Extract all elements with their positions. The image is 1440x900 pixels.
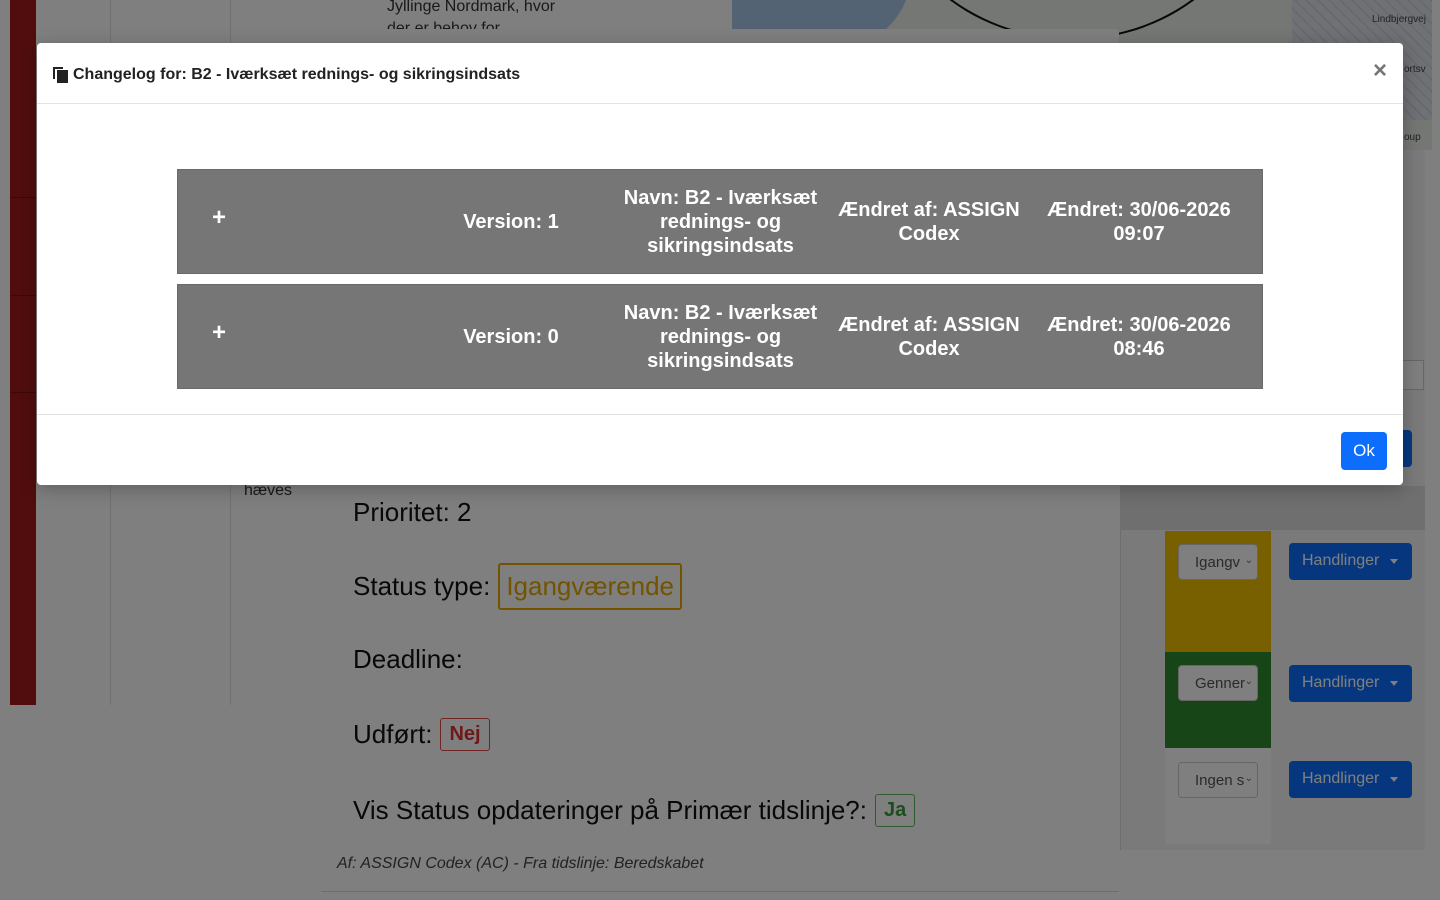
entry-changed-at: Ændret: 30/06-2026 09:07 xyxy=(1046,170,1232,273)
entry-changed-by: Ændret af: ASSIGN Codex xyxy=(834,285,1024,388)
entry-version-text: Version: 1 xyxy=(463,210,559,233)
entry-changed-by-text: Ændret af: ASSIGN Codex xyxy=(838,313,1020,360)
changelog-entry[interactable]: + Version: 0 Navn: B2 - Iværksæt redning… xyxy=(177,284,1263,389)
entry-version-text: Version: 0 xyxy=(463,325,559,348)
modal-title: Changelog for: B2 - Iværksæt rednings- o… xyxy=(53,66,520,84)
entry-changed-at: Ændret: 30/06-2026 08:46 xyxy=(1046,285,1232,388)
modal-footer: Ok xyxy=(37,414,1403,485)
entry-version: Version: 0 xyxy=(423,285,599,388)
entry-name-text: Navn: B2 - Iværksæt rednings- og sikring… xyxy=(623,301,818,372)
entry-name-text: Navn: B2 - Iværksæt rednings- og sikring… xyxy=(623,186,818,257)
expand-icon[interactable]: + xyxy=(212,321,226,345)
entry-name: Navn: B2 - Iværksæt rednings- og sikring… xyxy=(618,285,823,388)
close-button[interactable]: × xyxy=(1373,59,1387,83)
expand-icon[interactable]: + xyxy=(212,206,226,230)
entry-changed-at-text: Ændret: 30/06-2026 08:46 xyxy=(1047,313,1231,360)
entry-name: Navn: B2 - Iværksæt rednings- og sikring… xyxy=(618,170,823,273)
entry-changed-at-text: Ændret: 30/06-2026 09:07 xyxy=(1047,198,1231,245)
modal-title-text: Changelog for: B2 - Iværksæt rednings- o… xyxy=(73,66,521,83)
changelog-modal: Changelog for: B2 - Iværksæt rednings- o… xyxy=(37,43,1403,485)
entry-changed-by-text: Ændret af: ASSIGN Codex xyxy=(838,198,1020,245)
copy-icon xyxy=(53,67,69,83)
changelog-entry[interactable]: + Version: 1 Navn: B2 - Iværksæt redning… xyxy=(177,169,1263,274)
modal-header: Changelog for: B2 - Iværksæt rednings- o… xyxy=(37,43,1403,104)
modal-body: + Version: 1 Navn: B2 - Iværksæt redning… xyxy=(37,104,1403,414)
entry-changed-by: Ændret af: ASSIGN Codex xyxy=(834,170,1024,273)
ok-button[interactable]: Ok xyxy=(1341,432,1387,470)
entry-version: Version: 1 xyxy=(423,170,599,273)
